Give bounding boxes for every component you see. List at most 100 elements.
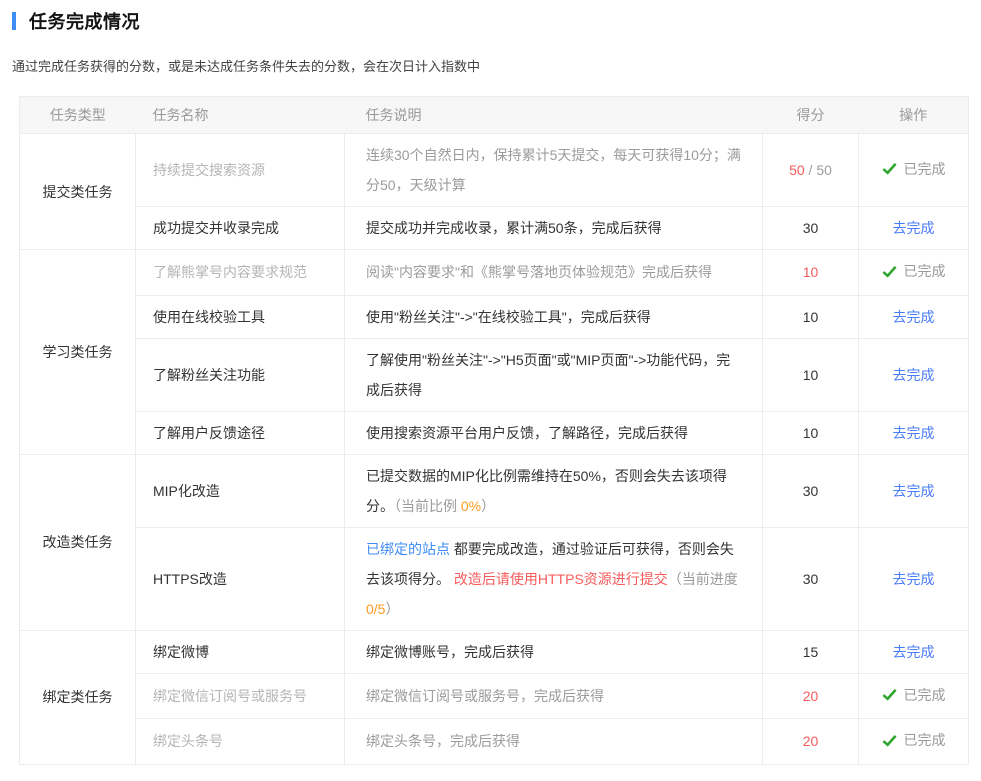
task-name-cell: 成功提交并收录完成 xyxy=(136,207,345,250)
score-value: 20 xyxy=(803,688,819,704)
task-type-cell: 绑定类任务 xyxy=(20,630,136,764)
desc-segment: 改造后请使用HTTPS资源进行提交 xyxy=(454,571,668,587)
task-desc-cell: 已提交数据的MIP化比例需维持在50%，否则会失去该项得分。（当前比例 0%） xyxy=(345,454,763,527)
check-icon xyxy=(882,733,897,748)
desc-link[interactable]: 已绑定的站点 xyxy=(366,541,450,557)
task-name-cell: 绑定微博 xyxy=(136,630,345,673)
task-desc-cell: 使用"粉丝关注"->"在线校验工具"，完成后获得 xyxy=(345,295,763,338)
task-name-cell: MIP化改造 xyxy=(136,454,345,527)
task-row: 了解粉丝关注功能了解使用"粉丝关注"->"H5页面"或"MIP页面"->功能代码… xyxy=(20,338,969,411)
task-action-cell: 去完成 xyxy=(859,207,969,250)
desc-segment: （当前比例 xyxy=(394,498,461,514)
desc-segment: 绑定微信订阅号或服务号，完成后获得 xyxy=(366,688,604,704)
task-name-cell: HTTPS改造 xyxy=(136,527,345,630)
task-name-cell: 绑定微信订阅号或服务号 xyxy=(136,673,345,719)
task-row: 学习类任务了解熊掌号内容要求规范阅读"内容要求"和《熊掌号落地页体验规范》完成后… xyxy=(20,250,969,296)
task-score-cell: 10 xyxy=(763,338,859,411)
task-action-cell: 已完成 xyxy=(859,719,969,765)
task-action-cell: 去完成 xyxy=(859,454,969,527)
task-desc-cell: 绑定头条号，完成后获得 xyxy=(345,719,763,765)
task-name-cell: 绑定头条号 xyxy=(136,719,345,765)
desc-segment: 了解使用"粉丝关注"->"H5页面"或"MIP页面"->功能代码，完成后获得 xyxy=(366,352,730,398)
task-action-cell: 去完成 xyxy=(859,630,969,673)
desc-segment: 绑定微博账号，完成后获得 xyxy=(366,644,534,660)
task-score-cell: 30 xyxy=(763,207,859,250)
task-score-cell: 10 xyxy=(763,250,859,296)
task-score-cell: 50 / 50 xyxy=(763,134,859,207)
desc-segment: （当前进度 xyxy=(668,571,738,587)
task-row: 提交类任务持续提交搜索资源连续30个自然日内，保持累计5天提交，每天可获得10分… xyxy=(20,134,969,207)
desc-segment: 0/5 xyxy=(366,601,385,617)
go-complete-link[interactable]: 去完成 xyxy=(893,367,935,383)
score-value: 30 xyxy=(803,483,819,499)
desc-segment: 阅读"内容要求"和《熊掌号落地页体验规范》完成后获得 xyxy=(366,264,712,280)
header-task-score: 得分 xyxy=(763,97,859,134)
task-score-cell: 30 xyxy=(763,454,859,527)
score-value: 10 xyxy=(803,309,819,325)
task-row: 使用在线校验工具 使用"粉丝关注"->"在线校验工具"，完成后获得 10 去完成 xyxy=(20,295,969,338)
score-value: 10 xyxy=(803,264,819,280)
go-complete-link[interactable]: 去完成 xyxy=(893,220,935,236)
section-header: 任务完成情况 xyxy=(12,8,968,34)
task-desc-cell: 已绑定的站点 都要完成改造，通过验证后可获得，否则会失去该项得分。 改造后请使用… xyxy=(345,527,763,630)
task-row: 绑定类任务绑定微博绑定微博账号，完成后获得15去完成 xyxy=(20,630,969,673)
task-row: 绑定头条号 绑定头条号，完成后获得 20 已完成 xyxy=(20,719,969,765)
desc-segment: 使用"粉丝关注"->"在线校验工具"，完成后获得 xyxy=(366,309,651,325)
task-name-cell: 了解粉丝关注功能 xyxy=(136,338,345,411)
completed-status: 已完成 xyxy=(882,725,946,755)
check-icon xyxy=(882,161,897,176)
desc-segment: 连续30个自然日内，保持累计5天提交，每天可获得10分；满分50，天级计算 xyxy=(366,147,741,193)
task-score-cell: 30 xyxy=(763,527,859,630)
go-complete-link[interactable]: 去完成 xyxy=(893,571,935,587)
task-type-cell: 学习类任务 xyxy=(20,250,136,455)
task-action-cell: 已完成 xyxy=(859,250,969,296)
task-row: 改造类任务MIP化改造已提交数据的MIP化比例需维持在50%，否则会失去该项得分… xyxy=(20,454,969,527)
task-name-cell: 使用在线校验工具 xyxy=(136,295,345,338)
task-type-cell: 改造类任务 xyxy=(20,454,136,630)
score-value: 30 xyxy=(803,220,819,236)
task-desc-cell: 绑定微信订阅号或服务号，完成后获得 xyxy=(345,673,763,719)
task-table-body: 提交类任务持续提交搜索资源连续30个自然日内，保持累计5天提交，每天可获得10分… xyxy=(20,134,969,765)
task-desc-cell: 连续30个自然日内，保持累计5天提交，每天可获得10分；满分50，天级计算 xyxy=(345,134,763,207)
task-table: 任务类型 任务名称 任务说明 得分 操作 提交类任务持续提交搜索资源连续30个自… xyxy=(19,96,969,765)
score-value: 20 xyxy=(803,733,819,749)
task-action-cell: 去完成 xyxy=(859,295,969,338)
completed-status: 已完成 xyxy=(882,154,946,184)
score-value: 50 xyxy=(789,162,805,178)
task-desc-cell: 绑定微博账号，完成后获得 xyxy=(345,630,763,673)
task-completion-page: 任务完成情况 通过完成任务获得的分数，或是未达成任务条件失去的分数，会在次日计入… xyxy=(0,0,981,781)
task-score-cell: 20 xyxy=(763,719,859,765)
check-icon xyxy=(882,264,897,279)
desc-segment: 提交成功并完成收录，累计满50条，完成后获得 xyxy=(366,220,662,236)
task-action-cell: 已完成 xyxy=(859,673,969,719)
completed-status: 已完成 xyxy=(882,256,946,286)
completed-label: 已完成 xyxy=(904,725,946,755)
title-accent-bar xyxy=(12,12,16,30)
task-type-cell: 提交类任务 xyxy=(20,134,136,250)
go-complete-link[interactable]: 去完成 xyxy=(893,644,935,660)
header-task-desc: 任务说明 xyxy=(345,97,763,134)
score-value: / 50 xyxy=(805,162,832,178)
task-name-cell: 了解熊掌号内容要求规范 xyxy=(136,250,345,296)
desc-segment: ） xyxy=(481,498,495,514)
desc-segment: 使用搜索资源平台用户反馈，了解路径，完成后获得 xyxy=(366,425,688,441)
desc-segment: 绑定头条号，完成后获得 xyxy=(366,733,520,749)
task-table-header: 任务类型 任务名称 任务说明 得分 操作 xyxy=(20,97,969,134)
header-task-name: 任务名称 xyxy=(136,97,345,134)
desc-segment: 0% xyxy=(461,498,481,514)
score-value: 10 xyxy=(803,367,819,383)
task-name-cell: 了解用户反馈途径 xyxy=(136,411,345,454)
check-icon xyxy=(882,687,897,702)
header-task-type: 任务类型 xyxy=(20,97,136,134)
go-complete-link[interactable]: 去完成 xyxy=(893,425,935,441)
go-complete-link[interactable]: 去完成 xyxy=(893,483,935,499)
task-row: HTTPS改造已绑定的站点 都要完成改造，通过验证后可获得，否则会失去该项得分。… xyxy=(20,527,969,630)
task-row: 绑定微信订阅号或服务号 绑定微信订阅号或服务号，完成后获得 20 已完成 xyxy=(20,673,969,719)
task-desc-cell: 了解使用"粉丝关注"->"H5页面"或"MIP页面"->功能代码，完成后获得 xyxy=(345,338,763,411)
task-desc-cell: 提交成功并完成收录，累计满50条，完成后获得 xyxy=(345,207,763,250)
go-complete-link[interactable]: 去完成 xyxy=(893,309,935,325)
task-score-cell: 10 xyxy=(763,295,859,338)
task-desc-cell: 阅读"内容要求"和《熊掌号落地页体验规范》完成后获得 xyxy=(345,250,763,296)
task-score-cell: 10 xyxy=(763,411,859,454)
task-row: 成功提交并收录完成 提交成功并完成收录，累计满50条，完成后获得 30 去完成 xyxy=(20,207,969,250)
